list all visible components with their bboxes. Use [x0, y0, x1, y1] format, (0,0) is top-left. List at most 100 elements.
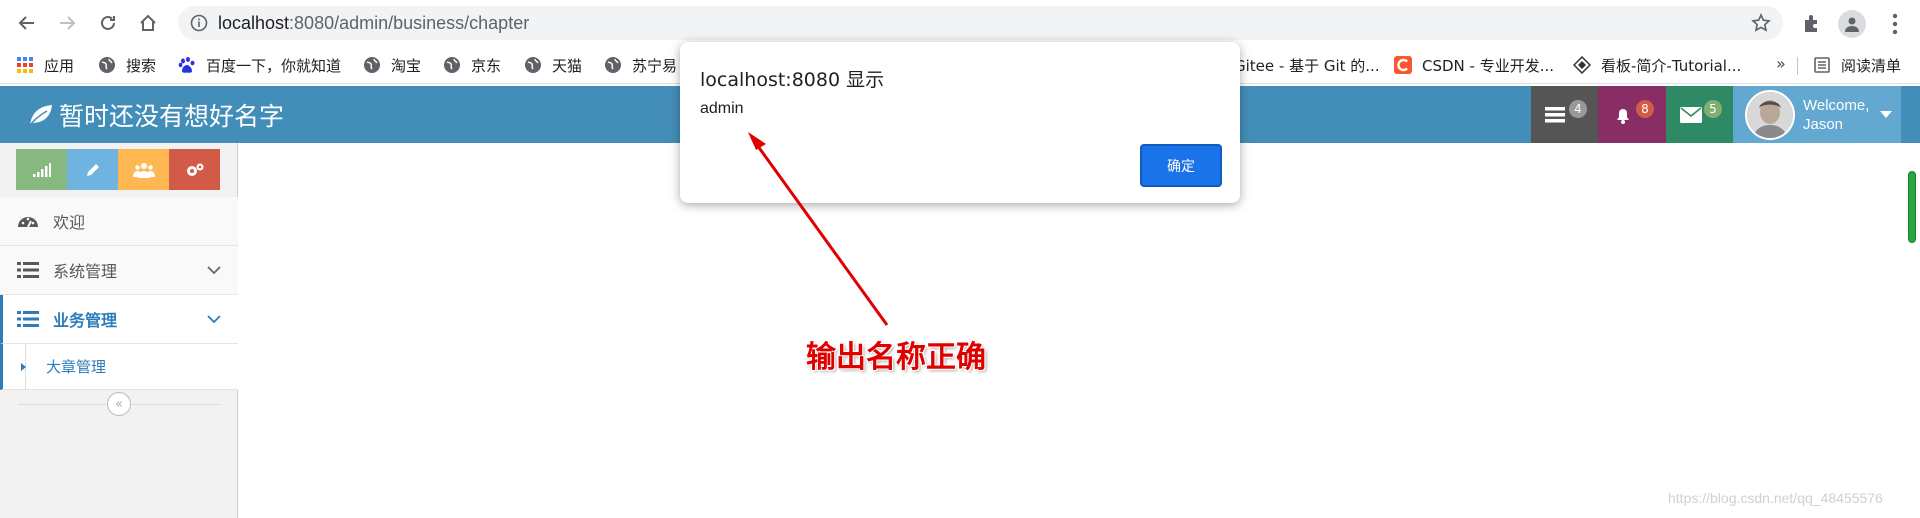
shortcut-users-button[interactable]: [118, 149, 169, 190]
caret-down-icon: [1880, 111, 1892, 118]
envelope-icon: [1679, 106, 1702, 123]
bookmark-label: Gitee - 基于 Git 的...: [1234, 56, 1380, 75]
bookmarks-overflow-button[interactable]: »: [1776, 54, 1786, 73]
pencil-icon: [86, 163, 99, 176]
reload-button[interactable]: [94, 9, 122, 37]
baidu-paw-icon: [178, 57, 195, 73]
user-name: Jason: [1803, 116, 1844, 133]
leaf-icon: [29, 105, 52, 126]
bookmark-kanban[interactable]: 看板-简介-Tutorial...: [1573, 54, 1741, 76]
address-bar[interactable]: localhost:8080/admin/business/chapter: [178, 6, 1783, 40]
diamond-logo-icon: [1573, 56, 1591, 74]
apps-grid-icon: [17, 57, 33, 73]
bookmark-label: 苏宁易: [632, 56, 678, 75]
bookmark-label: 天猫: [552, 56, 583, 75]
back-arrow-icon: [18, 16, 34, 30]
bookmark-label: 看板-简介-Tutorial...: [1601, 56, 1742, 75]
bookmark-csdn[interactable]: CSDN - 专业开发...: [1394, 54, 1554, 76]
dashboard-gauge-icon: [18, 217, 38, 228]
chevron-down-icon: [207, 266, 221, 275]
watermark: https://blog.csdn.net/qq_48455576: [1668, 490, 1883, 506]
bookmark-label: 淘宝: [391, 56, 422, 75]
caret-right-icon: [21, 363, 26, 371]
bookmark-baidu[interactable]: 百度一下，你就知道: [178, 54, 341, 76]
bookmark-label: 搜索: [126, 56, 157, 75]
bookmark-apps[interactable]: 应用: [16, 54, 74, 76]
ok-button[interactable]: 确定: [1140, 144, 1222, 187]
messages-badge: 5: [1704, 100, 1722, 118]
reading-list-label: 阅读清单: [1841, 56, 1902, 75]
back-button[interactable]: [13, 9, 41, 37]
bookmark-suning[interactable]: 苏宁易: [604, 54, 677, 76]
globe-icon: [99, 57, 115, 73]
url-text: localhost:8080/admin/business/chapter: [218, 13, 530, 33]
sidebar-shortcuts: [16, 149, 220, 190]
tasks-badge: 4: [1569, 100, 1587, 118]
globe-icon: [444, 57, 460, 73]
brand[interactable]: 暂时还没有想好名字: [27, 97, 284, 133]
bookmark-label: 京东: [471, 56, 502, 75]
globe-icon: [605, 57, 621, 73]
chevron-down-icon: [207, 315, 221, 324]
notifications-badge: 8: [1636, 100, 1654, 118]
extensions-puzzle-icon[interactable]: [1801, 12, 1823, 34]
sidebar-collapse-button[interactable]: «: [107, 392, 131, 416]
sidebar: 欢迎 系统管理 业务管理 大章管理 «: [0, 143, 238, 518]
browser-toolbar: localhost:8080/admin/business/chapter: [0, 0, 1920, 46]
bookmark-taobao[interactable]: 淘宝: [363, 54, 421, 76]
sidebar-item-label: 系统管理: [53, 262, 118, 281]
bookmark-star-icon[interactable]: [1751, 13, 1771, 33]
notifications-button[interactable]: 8: [1598, 86, 1666, 143]
bookmarks-divider: [1797, 57, 1798, 75]
tasks-list-icon: [1544, 106, 1565, 122]
browser-menu-kebab-icon[interactable]: [1883, 10, 1907, 38]
info-icon[interactable]: [190, 14, 208, 32]
sidebar-item-system[interactable]: 系统管理: [0, 246, 238, 295]
reading-list-icon: [1814, 57, 1830, 73]
home-icon: [140, 14, 156, 31]
sidebar-item-label: 欢迎: [53, 213, 86, 232]
profile-button[interactable]: [1838, 10, 1866, 38]
user-menu[interactable]: Welcome, Jason: [1733, 86, 1901, 143]
tasks-button[interactable]: 4: [1531, 86, 1598, 143]
welcome-line: Welcome,: [1803, 97, 1870, 114]
gears-icon: [186, 163, 203, 176]
scroll-indicator[interactable]: [1908, 171, 1916, 243]
annotation-text: 输出名称正确: [806, 340, 986, 375]
list-icon: [17, 262, 39, 278]
user-photo-icon: [1747, 92, 1793, 138]
globe-icon: [364, 57, 380, 73]
home-button[interactable]: [134, 9, 162, 37]
sidebar-item-label: 业务管理: [53, 311, 118, 330]
messages-button[interactable]: 5: [1666, 86, 1733, 143]
dialog-message: admin: [700, 100, 744, 117]
sidebar-item-business[interactable]: 业务管理: [0, 295, 238, 344]
dialog-title: localhost:8080 显示: [700, 69, 885, 91]
sidebar-item-welcome[interactable]: 欢迎: [0, 197, 238, 246]
users-group-icon: [132, 162, 155, 178]
sidebar-subitem-chapter[interactable]: 大章管理: [0, 344, 238, 390]
double-chevron-left-icon: «: [115, 396, 123, 412]
shortcut-edit-button[interactable]: [67, 149, 118, 190]
bookmark-tmall[interactable]: 天猫: [524, 54, 582, 76]
globe-icon: [525, 57, 541, 73]
annotation-arrow: [748, 132, 889, 326]
bookmark-label: CSDN - 专业开发...: [1422, 56, 1555, 75]
bookmark-search[interactable]: 搜索: [98, 54, 156, 76]
forward-button[interactable]: [53, 9, 81, 37]
shortcut-settings-button[interactable]: [169, 149, 220, 190]
shortcut-stats-button[interactable]: [16, 149, 67, 190]
reload-icon: [101, 15, 115, 30]
welcome-text: Welcome, Jason: [1803, 96, 1869, 134]
signal-bars-icon: [32, 162, 51, 177]
submenu-label: 大章管理: [46, 358, 107, 376]
csdn-logo-icon: [1394, 56, 1412, 74]
bell-icon: [1617, 108, 1629, 124]
bookmark-label: 应用: [44, 56, 75, 75]
bookmark-label: 百度一下，你就知道: [206, 56, 342, 75]
bookmark-gitee[interactable]: Gitee - 基于 Git 的...: [1234, 54, 1380, 76]
reading-list-button[interactable]: 阅读清单: [1813, 54, 1901, 76]
bookmark-jd[interactable]: 京东: [443, 54, 501, 76]
brand-name: 暂时还没有想好名字: [59, 102, 285, 131]
list-icon: [17, 311, 39, 327]
